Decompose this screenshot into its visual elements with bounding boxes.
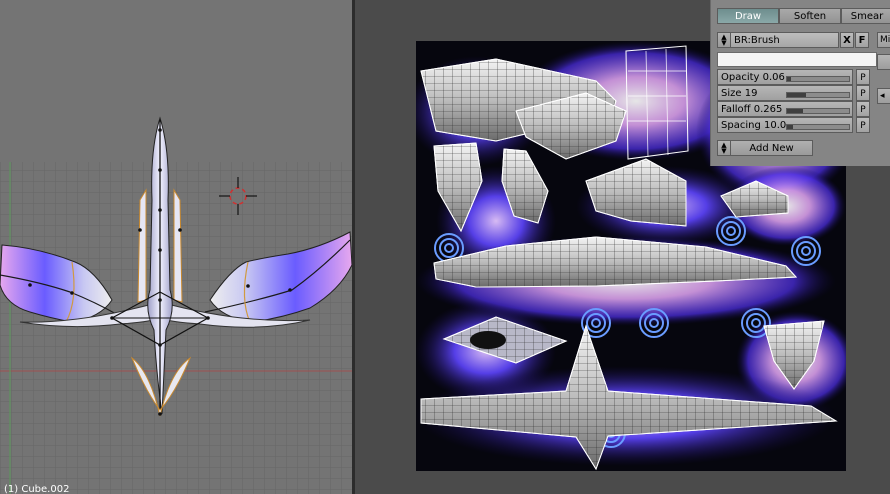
mode-soften-button[interactable]: Soften <box>779 8 841 24</box>
brush-name-field[interactable]: BR:Brush <box>731 32 839 48</box>
size-slider[interactable]: Size 19 <box>717 85 853 101</box>
falloff-pressure-button[interactable]: P <box>856 101 870 117</box>
falloff-label: Falloff 0.265 <box>721 104 783 115</box>
falloff-row: Falloff 0.265 P <box>717 101 870 117</box>
spacing-pressure-button[interactable]: P <box>856 117 870 133</box>
brush-browse-icon[interactable]: ▲ ▼ <box>717 32 731 48</box>
spacing-slider[interactable]: Spacing 10.0 <box>717 117 853 133</box>
panel-edge-button[interactable] <box>877 54 890 70</box>
falloff-fill <box>787 109 803 113</box>
mode-draw-button[interactable]: Draw <box>717 8 779 24</box>
paint-mode-tabs: Draw Soften Smear <box>717 8 890 24</box>
3d-viewport[interactable]: (1) Cube.002 <box>0 0 352 494</box>
spacing-row: Spacing 10.0 P <box>717 117 870 133</box>
spacing-fill <box>787 125 793 129</box>
texture-paint-panel: Draw Soften Smear ▲ ▼ BR:Brush X F Opacit… <box>710 0 890 166</box>
opacity-label: Opacity 0.06 <box>721 72 785 83</box>
mix-dropdown[interactable]: Mi <box>877 32 890 48</box>
opacity-row: Opacity 0.06 P <box>717 69 870 85</box>
opacity-slider[interactable]: Opacity 0.06 <box>717 69 853 85</box>
opacity-fill <box>787 77 791 81</box>
size-row: Size 19 P <box>717 85 870 101</box>
add-new-row: ▲ ▼ Add New <box>717 140 813 156</box>
opacity-pressure-button[interactable]: P <box>856 69 870 85</box>
add-new-button[interactable]: Add New <box>731 140 813 156</box>
add-new-browse-icon[interactable]: ▲ ▼ <box>717 140 731 156</box>
brush-selector-row: ▲ ▼ BR:Brush X F <box>717 32 869 48</box>
panel-edge-arrow-icon[interactable]: ◂ <box>877 88 890 104</box>
size-pressure-button[interactable]: P <box>856 85 870 101</box>
mode-smear-button[interactable]: Smear <box>841 8 890 24</box>
brush-delete-button[interactable]: X <box>840 32 854 48</box>
size-fill <box>787 93 806 97</box>
spacing-label: Spacing 10.0 <box>721 120 787 131</box>
size-label: Size 19 <box>721 88 758 99</box>
falloff-slider[interactable]: Falloff 0.265 <box>717 101 853 117</box>
brush-text-input[interactable] <box>717 52 877 67</box>
viewport-canvas[interactable] <box>0 0 352 494</box>
brush-fake-user-button[interactable]: F <box>855 32 869 48</box>
object-name-label: (1) Cube.002 <box>4 484 70 494</box>
